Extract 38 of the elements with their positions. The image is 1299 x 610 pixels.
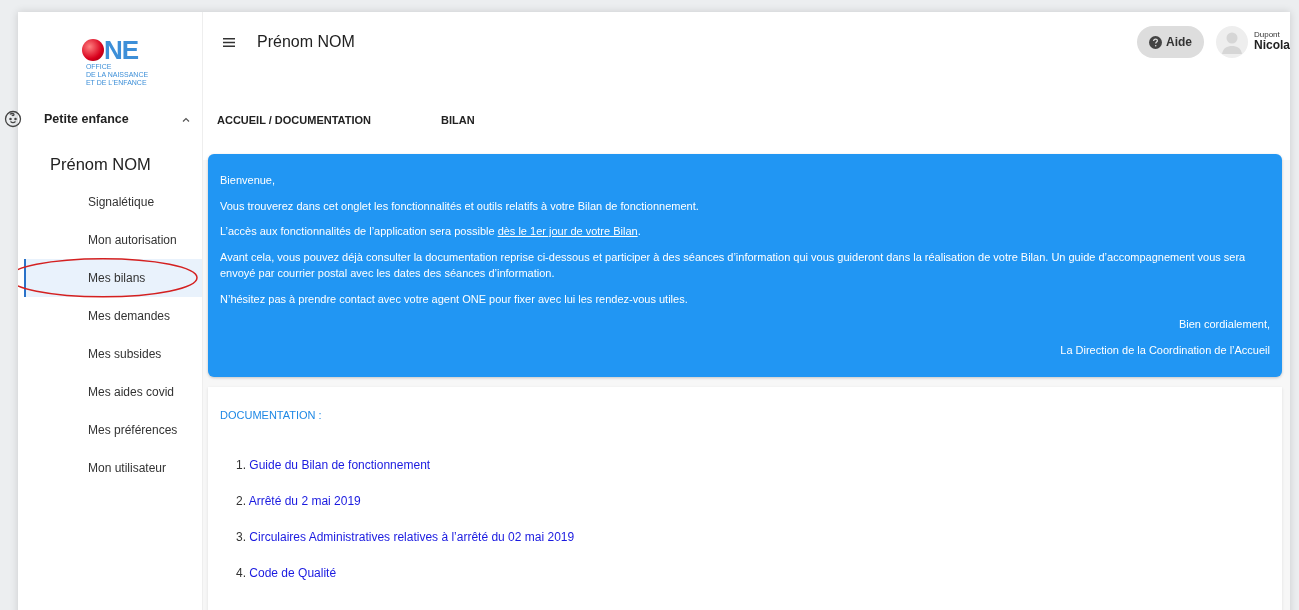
sidebar-item[interactable]: Mes subsides (18, 334, 202, 373)
sidebar-item[interactable]: Mon utilisateur (18, 448, 202, 487)
document-link[interactable]: Circulaires Administratives relatives à l’arrêté du 02 mai 2019 (249, 529, 575, 544)
sidebar-item[interactable]: Signalétique (18, 182, 202, 221)
help-icon (1148, 35, 1162, 49)
baby-face-icon (4, 110, 22, 128)
breadcrumb-current: BILAN (441, 113, 475, 128)
logo-ball-icon (81, 39, 104, 62)
logo-text: NE (103, 37, 139, 64)
list-number: 2. (236, 493, 247, 508)
help-button[interactable]: Aide (1136, 26, 1204, 58)
sidebar-item[interactable]: Mes bilans (24, 258, 202, 297)
list-number: 1. (236, 457, 247, 472)
welcome-paragraph: Avant cela, vous pouvez déjà consulter la documentation reprise ci-dessous et participer à des séances d’information qui vous guideront dans la réalisation de votre Bilan. Un guide d’accompagnement vous sera envoyé par courrier postal avec les dates des séances d’information. (220, 249, 1247, 281)
page-title: Prénom NOM (257, 32, 356, 52)
user-first-name: Nicola (1254, 39, 1290, 53)
person-name: Prénom NOM (49, 154, 152, 175)
sidebar-item[interactable]: Mes aides covid (18, 372, 202, 411)
document-link[interactable]: Code de Qualité (249, 565, 337, 580)
welcome-paragraph: Bienvenue, (220, 173, 277, 188)
closing-text: Bien cordialement, (1177, 317, 1270, 332)
welcome-paragraph: Vous trouverez dans cet onglet les fonctionnalités et outils relatifs à votre Bilan de fonctionnement. (220, 198, 700, 214)
document-link[interactable]: Guide du Bilan de fonctionnement (249, 457, 431, 472)
user-last-name: Dupont (1254, 31, 1280, 40)
signature-text: La Direction de la Coordination de l’Accueil (1059, 342, 1270, 358)
documentation-title: DOCUMENTATION : (220, 408, 323, 423)
list-number: 4. (236, 565, 247, 580)
breadcrumb-path[interactable]: ACCUEIL / DOCUMENTATION (217, 112, 371, 129)
welcome-paragraph: L’accès aux fonctionnalités de l’application sera possible dès le 1er jour de votre Bilan. (220, 224, 642, 239)
section-label[interactable]: Petite enfance (44, 109, 182, 129)
chevron-icon[interactable] (182, 116, 190, 122)
menu-icon[interactable] (223, 37, 235, 47)
list-number: 3. (236, 529, 247, 544)
sidebar-item[interactable]: Mes demandes (18, 296, 202, 335)
welcome-paragraph: N’hésitez pas à prendre contact avec votre agent ONE pour fixer avec lui les rendez-vous utiles. (220, 291, 689, 307)
sidebar-item[interactable]: Mes préférences (18, 410, 202, 449)
document-link[interactable]: Arrêté du 2 mai 2019 (248, 493, 361, 508)
sidebar-item[interactable]: Mon autorisation (18, 220, 202, 259)
